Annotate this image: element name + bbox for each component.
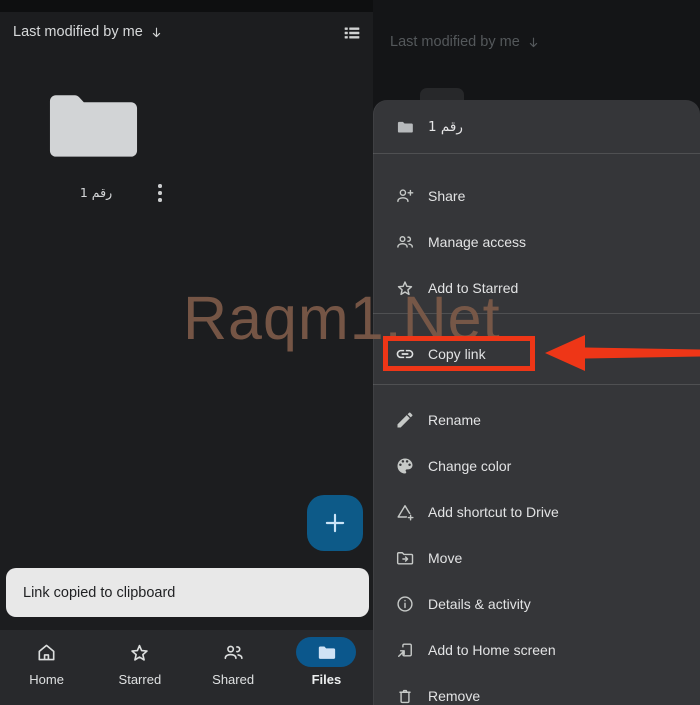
menu-item-label: Remove — [428, 688, 481, 704]
nav-tab-home[interactable]: Home — [0, 630, 93, 705]
menu-item-label: Copy link — [428, 346, 486, 362]
menu-item-move[interactable]: Move — [373, 535, 700, 581]
menu-item-details[interactable]: Details & activity — [373, 581, 700, 627]
sort-label: Last modified by me — [390, 34, 520, 50]
dimmed-sort-label: Last modified by me — [390, 34, 541, 50]
arrow-down-icon — [526, 35, 541, 50]
menu-item-label: Change color — [428, 458, 512, 474]
trash-icon — [395, 686, 415, 705]
menu-item-label: Move — [428, 550, 463, 566]
context-menu-panel: Last modified by me رقم 1 Share Manage a… — [373, 0, 700, 705]
create-fab-button[interactable] — [307, 495, 363, 551]
drive-add-icon — [395, 502, 415, 522]
nav-tab-shared[interactable]: Shared — [187, 630, 280, 705]
menu-item-remove[interactable]: Remove — [373, 673, 700, 705]
group-icon — [395, 232, 415, 252]
more-vert-icon[interactable] — [154, 180, 166, 206]
divider — [373, 313, 700, 314]
sheet-header: رقم 1 — [373, 100, 700, 153]
menu-item-label: Rename — [428, 412, 481, 428]
folder-icon — [296, 637, 357, 667]
arrow-down-icon — [149, 25, 164, 40]
menu-item-add-shortcut[interactable]: Add shortcut to Drive — [373, 489, 700, 535]
add-to-home-icon — [395, 640, 415, 660]
sort-label: Last modified by me — [13, 24, 143, 40]
toast-message: Link copied to clipboard — [23, 584, 176, 601]
menu-item-copy-link[interactable]: Copy link — [373, 331, 700, 377]
nav-tab-files[interactable]: Files — [280, 630, 373, 705]
sheet-title: رقم 1 — [428, 118, 463, 135]
nav-label: Starred — [118, 672, 162, 687]
info-icon — [395, 594, 415, 614]
sort-control[interactable]: Last modified by me — [13, 24, 164, 40]
divider — [373, 153, 700, 154]
files-grid-panel: Last modified by me رقم 1 Link copied to… — [0, 0, 373, 705]
star-icon — [395, 278, 415, 298]
nav-tab-starred[interactable]: Starred — [93, 630, 186, 705]
folder-label-row: رقم 1 — [46, 180, 176, 206]
group-icon — [203, 637, 263, 667]
menu-item-label: Share — [428, 188, 466, 204]
nav-label: Home — [29, 672, 64, 687]
pencil-icon — [395, 410, 415, 430]
folder-thumbnail[interactable] — [46, 84, 141, 162]
divider — [373, 384, 700, 385]
list-view-toggle-icon[interactable] — [341, 22, 363, 44]
menu-item-add-to-home[interactable]: Add to Home screen — [373, 627, 700, 673]
nav-label: Shared — [212, 672, 255, 687]
drive-app-screenshot: Last modified by me رقم 1 Link copied to… — [0, 0, 700, 705]
menu-item-label: Details & activity — [428, 596, 531, 612]
menu-item-label: Add shortcut to Drive — [428, 504, 559, 520]
menu-item-label: Add to Home screen — [428, 642, 556, 658]
person-add-icon — [395, 186, 415, 206]
link-icon — [395, 344, 415, 364]
menu-item-add-to-starred[interactable]: Add to Starred — [373, 265, 700, 311]
home-icon — [17, 637, 77, 667]
palette-icon — [395, 456, 415, 476]
menu-item-manage-access[interactable]: Manage access — [373, 219, 700, 265]
bottom-navigation: Home Starred Shared Files — [0, 630, 373, 705]
toast-snackbar: Link copied to clipboard — [6, 568, 369, 617]
folder-icon — [49, 95, 138, 157]
folder-icon — [395, 117, 415, 137]
folder-move-icon — [395, 548, 415, 568]
plus-icon — [322, 510, 348, 536]
menu-item-label: Manage access — [428, 234, 527, 250]
nav-label: Files — [311, 672, 342, 687]
menu-item-rename[interactable]: Rename — [373, 397, 700, 443]
menu-item-label: Add to Starred — [428, 280, 519, 296]
folder-actions-sheet: رقم 1 Share Manage access Add to Starred… — [373, 100, 700, 705]
folder-name: رقم 1 — [79, 185, 113, 201]
menu-item-change-color[interactable]: Change color — [373, 443, 700, 489]
status-bar-strip — [0, 0, 373, 12]
star-icon — [110, 637, 170, 667]
menu-item-share[interactable]: Share — [373, 173, 700, 219]
